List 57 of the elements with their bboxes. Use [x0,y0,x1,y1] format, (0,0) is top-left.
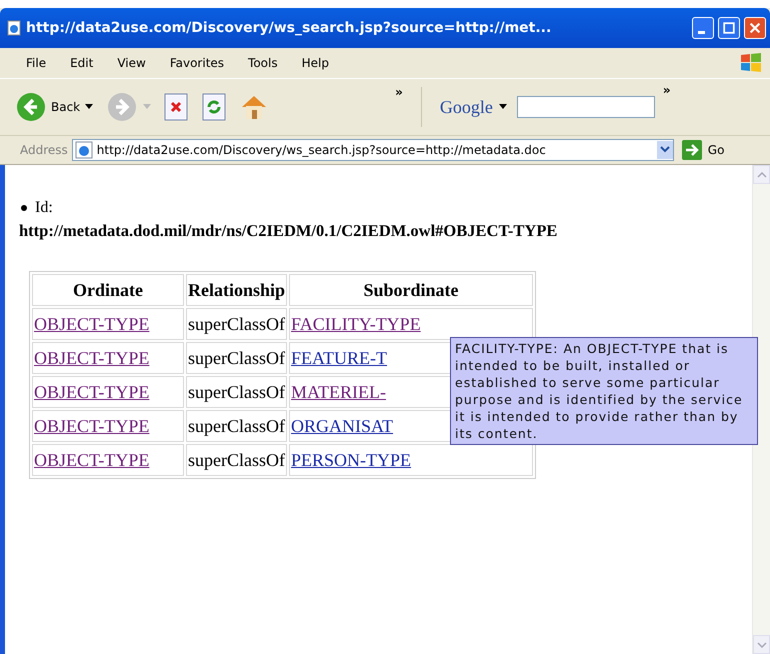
go-button[interactable]: Go [678,140,728,160]
window-title: http://data2use.com/Discovery/ws_search.jsp?source=http://met... [26,20,552,36]
subordinate-link[interactable]: ORGANISAT [291,416,394,436]
relationship-text: superClassOf [188,450,285,470]
toolbar-chevron[interactable]: » [395,85,403,99]
back-button[interactable]: Back [14,90,96,124]
refresh-icon[interactable] [201,93,228,121]
search-field[interactable] [516,96,655,118]
menu-item[interactable]: Tools [236,56,290,70]
id-label: Id: [35,199,53,217]
ordinate-link[interactable]: OBJECT-TYPE [34,382,150,402]
close-icon [748,21,762,35]
ordinate-link[interactable]: OBJECT-TYPE [34,314,150,334]
subordinate-link[interactable]: FEATURE-T [291,348,388,368]
subordinate-link[interactable]: MATERIEL- [291,382,386,402]
id-value: http://metadata.dod.mil/mdr/ns/C2IEDM/0.1/C2IEDM.owl#OBJECT-TYPE [19,220,558,242]
address-field[interactable]: http://data2use.com/Discovery/ws_search.jsp?source=http://metadata.doc [72,139,674,161]
menu-item[interactable]: Favorites [158,56,236,70]
ordinate-link[interactable]: OBJECT-TYPE [34,348,150,368]
chevron-up-icon [756,172,766,178]
chevron-down-icon [756,642,766,648]
scroll-down-button[interactable] [753,635,770,654]
column-header: Ordinate [32,274,184,306]
relationship-text: superClassOf [188,348,285,368]
relationship-text: superClassOf [188,382,285,402]
google-search-label[interactable]: Google [440,96,493,118]
page-icon [74,141,93,159]
minimize-button[interactable] [692,17,714,39]
maximize-icon [722,21,736,35]
stop-icon[interactable] [163,93,190,121]
scroll-up-button[interactable] [753,165,770,184]
column-header: Relationship [186,274,288,306]
toolbar-chevron[interactable]: » [662,83,671,97]
menu-item[interactable]: File [14,56,58,70]
menu-item[interactable]: Help [290,56,341,70]
subordinate-link[interactable]: FACILITY-TYPE [291,314,421,334]
dropdown-arrow-icon[interactable] [498,104,507,110]
ordinate-link[interactable]: OBJECT-TYPE [34,416,150,436]
relationship-text: superClassOf [188,314,285,334]
vertical-scrollbar[interactable] [752,165,770,654]
column-header: Subordinate [289,274,534,306]
bullet-icon [21,205,27,211]
maximize-button[interactable] [718,17,740,39]
ordinate-link[interactable]: OBJECT-TYPE [34,450,150,470]
minimize-icon [698,30,704,34]
windows-flag-icon [738,51,764,75]
dropdown-button[interactable] [656,141,673,159]
tooltip: FACILITY-TYPE: An OBJECT-TYPE that is intended to be built, installed or established to serve some particular purpose and is identified by the service it is intended to provide rather than by its content. [450,337,758,445]
chevron-down-icon [660,146,670,154]
page-icon [6,20,22,36]
address-label: Address [20,143,68,157]
subordinate-link[interactable]: PERSON-TYPE [291,450,412,470]
menu-item[interactable]: Edit [58,56,106,70]
close-button[interactable] [744,17,766,39]
menu-item[interactable]: View [105,56,158,70]
relationship-text: superClassOf [188,416,285,436]
caret-icon [85,104,94,110]
